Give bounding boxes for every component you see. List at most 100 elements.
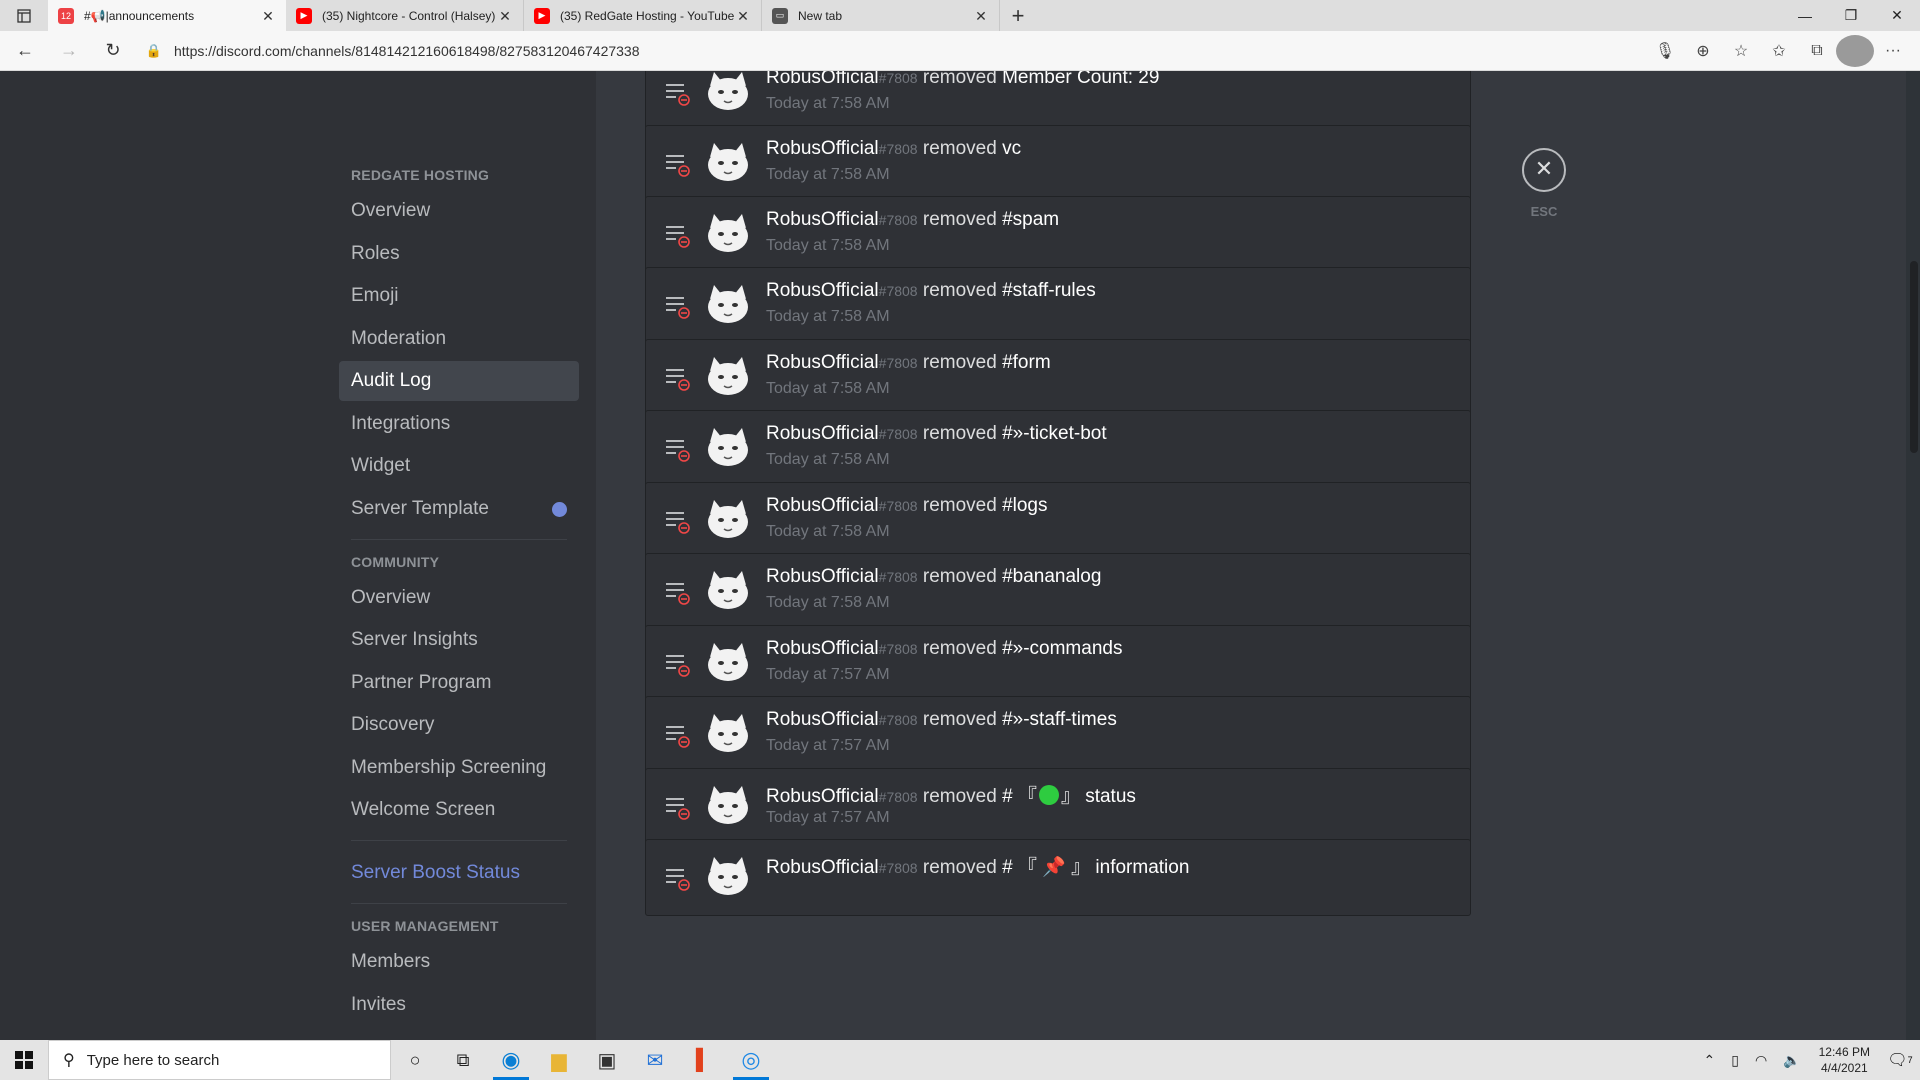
username[interactable]: RobusOfficial [766, 423, 879, 444]
tab-close-icon[interactable]: ✕ [260, 8, 276, 24]
sidebar-item-invites[interactable]: Invites [339, 985, 579, 1025]
username[interactable]: RobusOfficial [766, 138, 879, 159]
start-button[interactable] [0, 1040, 48, 1080]
url-field[interactable]: 🔒 https://discord.com/channels/814814212… [142, 36, 1702, 66]
avatar[interactable] [706, 285, 750, 325]
audit-log-entry[interactable]: RobusOfficial#7808 removed #spam Today at… [645, 196, 1471, 273]
maximize-button[interactable]: ❐ [1828, 0, 1874, 31]
audit-target: # 『 』 status [1002, 785, 1136, 807]
sidebar-item-partner-program[interactable]: Partner Program [339, 663, 579, 703]
minimize-button[interactable]: — [1782, 0, 1828, 31]
username[interactable]: RobusOfficial [766, 352, 879, 373]
edge-icon[interactable]: ◉ [487, 1040, 535, 1080]
audit-log-entry[interactable]: RobusOfficial#7808 removed #logs Today at… [645, 482, 1471, 559]
tab-actions-menu-icon[interactable] [0, 0, 48, 31]
file-explorer-icon[interactable]: ▆ [535, 1040, 583, 1080]
scrollbar[interactable] [1906, 71, 1920, 1040]
favorites-icon[interactable]: ✩ [1760, 35, 1798, 67]
microphone-icon[interactable]: 🎙 [1646, 35, 1684, 67]
volume-icon[interactable]: 🔈 [1775, 1052, 1808, 1069]
avatar[interactable] [706, 571, 750, 611]
refresh-button[interactable]: ↻ [94, 35, 132, 67]
wifi-icon[interactable]: ◠ [1747, 1052, 1775, 1069]
close-icon[interactable]: ✕ [1522, 148, 1566, 192]
avatar[interactable] [706, 143, 750, 183]
browser-tab[interactable]: ▶ (35) Nightcore - Control (Halsey) ✕ [286, 0, 524, 31]
sidebar-item-membership-screening[interactable]: Membership Screening [339, 748, 579, 788]
action-text: removed [922, 209, 997, 230]
audit-log-entry[interactable]: RobusOfficial#7808 removed vc Today at 7:… [645, 125, 1471, 202]
tab-close-icon[interactable]: ✕ [973, 8, 989, 24]
cortana-icon[interactable]: ○ [391, 1040, 439, 1080]
audit-log-entry[interactable]: RobusOfficial#7808 removed Member Count:… [645, 71, 1471, 131]
browser-tab[interactable]: 12 #📢|announcements ✕ [48, 0, 286, 31]
sidebar-item-integrations[interactable]: Integrations [339, 404, 579, 444]
sidebar-item-welcome-screen[interactable]: Welcome Screen [339, 790, 579, 830]
sidebar-item-discovery[interactable]: Discovery [339, 705, 579, 745]
task-view-icon[interactable]: ⧉ [439, 1040, 487, 1080]
sidebar-item-overview[interactable]: Overview [339, 578, 579, 618]
chevron-up-icon[interactable]: ⌃ [1696, 1052, 1724, 1069]
sidebar-item-server-insights[interactable]: Server Insights [339, 620, 579, 660]
mail-icon[interactable]: ✉ [631, 1040, 679, 1080]
username[interactable]: RobusOfficial [766, 857, 879, 878]
avatar[interactable] [706, 428, 750, 468]
store-icon[interactable]: ▣ [583, 1040, 631, 1080]
sidebar-item-members[interactable]: Members [339, 942, 579, 982]
browser-tab[interactable]: ▭ New tab ✕ [762, 0, 1000, 31]
sidebar-item-server-boost-status[interactable]: Server Boost Status [339, 853, 579, 893]
back-button[interactable]: ← [6, 35, 44, 67]
office-icon[interactable]: ▌ [679, 1040, 727, 1080]
avatar[interactable] [706, 72, 750, 112]
sidebar-item-audit-log[interactable]: Audit Log [339, 361, 579, 401]
esc-close[interactable]: ✕ ESC [1522, 148, 1566, 219]
audit-log-entry[interactable]: RobusOfficial#7808 removed # 『 』 status To… [645, 768, 1471, 845]
sidebar-item-overview[interactable]: Overview [339, 191, 579, 231]
audit-log-entry[interactable]: RobusOfficial#7808 removed #»-ticket-bot… [645, 410, 1471, 487]
lock-icon[interactable]: 🔒 [142, 43, 166, 59]
app-icon[interactable]: ◎ [727, 1040, 775, 1080]
avatar[interactable] [706, 357, 750, 397]
audit-log-entry[interactable]: RobusOfficial#7808 removed #»-commands To… [645, 625, 1471, 702]
sidebar-item-moderation[interactable]: Moderation [339, 319, 579, 359]
taskbar-search[interactable]: ⚲ Type here to search [48, 1040, 391, 1080]
username[interactable]: RobusOfficial [766, 566, 879, 587]
avatar[interactable] [706, 786, 750, 826]
avatar[interactable] [706, 214, 750, 254]
tab-close-icon[interactable]: ✕ [735, 8, 751, 24]
username[interactable]: RobusOfficial [766, 209, 879, 230]
battery-icon[interactable]: ▯ [1723, 1052, 1747, 1069]
add-favorite-icon[interactable]: ☆ [1722, 35, 1760, 67]
close-window-button[interactable]: ✕ [1874, 0, 1920, 31]
username[interactable]: RobusOfficial [766, 495, 879, 516]
avatar[interactable] [706, 643, 750, 683]
audit-log-entry[interactable]: RobusOfficial#7808 removed #»-staff-time… [645, 696, 1471, 773]
sidebar-item-emoji[interactable]: Emoji [339, 276, 579, 316]
profile-avatar[interactable] [1836, 35, 1874, 67]
audit-log-entry[interactable]: RobusOfficial#7808 removed #bananalog Tod… [645, 553, 1471, 630]
sidebar-item-roles[interactable]: Roles [339, 234, 579, 274]
sidebar-item-widget[interactable]: Widget [339, 446, 579, 486]
avatar[interactable] [706, 500, 750, 540]
scrollbar-thumb[interactable] [1910, 261, 1918, 453]
username[interactable]: RobusOfficial [766, 280, 879, 301]
audit-log-entry[interactable]: RobusOfficial#7808 removed # 『 📌 』 infor… [645, 839, 1471, 916]
username[interactable]: RobusOfficial [766, 786, 879, 807]
collections-icon[interactable]: ⧉ [1798, 35, 1836, 67]
clock[interactable]: 12:46 PM 4/4/2021 [1809, 1044, 1880, 1076]
sidebar-item-server-template[interactable]: Server Template [339, 489, 579, 529]
more-options-icon[interactable]: ··· [1874, 35, 1912, 67]
browser-tab[interactable]: ▶ (35) RedGate Hosting - YouTube ✕ [524, 0, 762, 31]
avatar[interactable] [706, 714, 750, 754]
tab-close-icon[interactable]: ✕ [497, 8, 513, 24]
audit-log-entry[interactable]: RobusOfficial#7808 removed #staff-rules T… [645, 267, 1471, 344]
username[interactable]: RobusOfficial [766, 709, 879, 730]
username[interactable]: RobusOfficial [766, 638, 879, 659]
new-tab-button[interactable]: + [1000, 0, 1036, 31]
zoom-icon[interactable]: ⊕ [1684, 35, 1722, 67]
notification-icon[interactable]: 🗨 7 [1880, 1040, 1920, 1080]
username[interactable]: RobusOfficial [766, 71, 879, 88]
forward-button[interactable]: → [50, 35, 88, 67]
avatar[interactable] [706, 857, 750, 897]
audit-log-entry[interactable]: RobusOfficial#7808 removed #form Today at… [645, 339, 1471, 416]
